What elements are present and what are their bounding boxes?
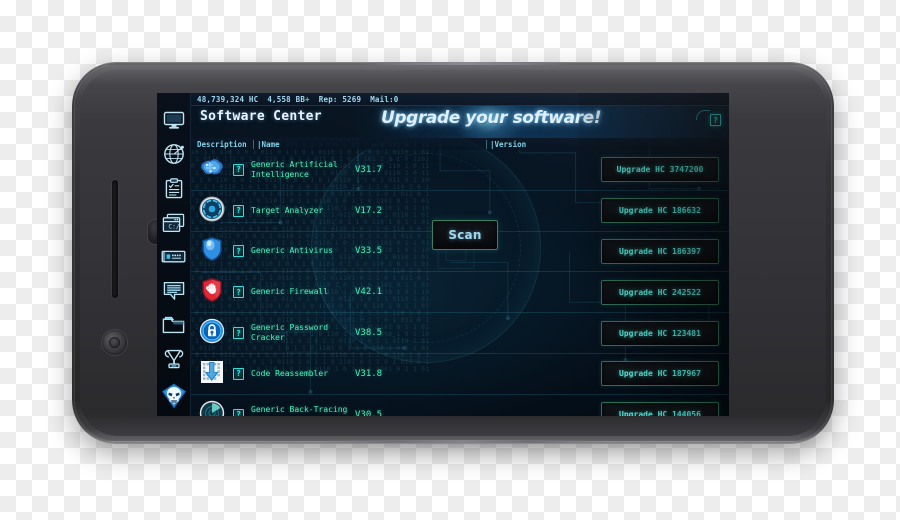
sidebar-item-files[interactable] [159,311,189,339]
info-badge[interactable]: ? [233,286,244,299]
currency-hc: 48,739,324 HC [197,94,259,104]
software-name: Code Reassembler [251,368,329,378]
reputation-value: Rep: 5269 [318,94,362,104]
skull-avatar-icon [160,382,188,410]
table-row[interactable]: ? Generic Artificial Intelligence V31.7 … [191,150,729,191]
radar-icon [199,400,225,416]
phone-body: C:/ 10 1 0 110 1 0 1 011 0 1 1 0 1 0110 … [72,62,834,444]
row-icon [191,157,233,183]
target-icon [199,196,225,226]
sidebar-nav: C:/ [157,93,191,416]
row-icon [191,359,233,389]
antenna-seam-top [362,62,572,65]
upgrade-button[interactable]: Upgrade HC 186397 [601,238,719,264]
currency-bb-value: 4,558 BB [267,94,306,104]
padlock-icon [199,318,225,348]
phone-device: C:/ 10 1 0 110 1 0 1 011 0 1 1 0 1 0110 … [72,62,834,448]
software-name: Generic Firewall [251,287,329,297]
help-curve-decoration [696,110,710,120]
server-icon [161,249,186,264]
column-header-description: Description [197,139,247,149]
row-icon [191,277,233,307]
column-header-row: Description |Name |Version [191,138,729,150]
row-icon [191,196,233,226]
status-bar: 48,739,324 HC 4,558 BB+ Rep: 5269 Mail:0 [191,93,729,106]
home-fingerprint-button[interactable] [102,330,127,355]
upgrade-button[interactable]: Upgrade HC 187967 [601,361,719,387]
software-name: Generic Artificial Intelligence [251,159,338,179]
row-icon [191,236,233,266]
monitor-icon [163,111,185,130]
sidebar-item-home[interactable] [159,106,189,134]
phone-screen: C:/ 10 1 0 110 1 0 1 011 0 1 1 0 1 0110 … [157,93,729,416]
sidebar-item-terminal[interactable]: C:/ [159,209,189,237]
earpiece-speaker [112,180,118,298]
terminal-icon: C:/ [162,213,185,233]
mail-count[interactable]: Mail:0 [370,95,398,104]
folder-icon [162,316,185,334]
message-icon [163,281,185,301]
trophy-icon [163,349,185,370]
upgrade-button[interactable]: Upgrade HC 144056 [601,402,719,416]
download-icon [199,359,225,389]
table-row[interactable]: ? Generic Firewall V42.1 Upgrade HC 2425… [191,272,729,314]
sidebar-item-profile[interactable] [159,382,189,410]
promo-banner-text: Upgrade your software! [381,108,602,128]
info-badge[interactable]: ? [233,245,244,258]
software-version: V31.8 [355,368,383,379]
column-header-name: |Name [253,139,486,149]
game-app: C:/ 10 1 0 110 1 0 1 011 0 1 1 0 1 0110 … [157,93,729,416]
upgrade-button[interactable]: Upgrade HC 242522 [601,279,719,305]
svg-text:C:/: C:/ [168,223,179,230]
row-icon [191,400,233,416]
upgrade-button[interactable]: Upgrade HC 186632 [601,198,719,224]
scan-button[interactable]: Scan [432,220,498,250]
software-version: V42.1 [355,287,383,298]
software-version: V38.5 [355,328,383,339]
upgrade-button[interactable]: Upgrade HC 123481 [601,320,719,346]
software-list: ? Generic Artificial Intelligence V31.7 … [191,150,729,416]
info-badge[interactable]: ? [233,367,244,380]
info-badge[interactable]: ? [233,204,244,217]
sidebar-item-network[interactable] [159,140,189,168]
header-band: Software Center Upgrade your software! ? [191,106,729,138]
page-title: Software Center [200,109,322,124]
help-icon[interactable]: ? [710,114,721,126]
sidebar-item-hardware[interactable] [159,243,189,271]
sidebar-item-missions[interactable] [159,174,189,202]
software-version: V31.7 [355,164,383,175]
clipboard-icon [165,178,183,199]
software-name: Generic Antivirus [251,246,333,256]
currency-bb-plus[interactable]: + [305,95,310,104]
sidebar-item-chat[interactable] [159,277,189,305]
shield-icon [201,236,223,266]
firewall-icon [201,277,223,307]
globe-icon [163,143,185,165]
software-name: Target Analyzer [251,205,324,215]
info-badge[interactable]: ? [233,163,244,176]
info-badge[interactable]: ? [233,327,244,340]
antenna-seam-bottom [322,440,602,443]
main-panel: 1011001 01 1101 0 010110 11 01 00111010 … [191,93,729,416]
software-name: Generic Back-Tracing tool [251,404,348,416]
table-row[interactable]: ? Code Reassembler V31.8 Upgrade HC 1879… [191,354,729,395]
brain-icon [199,157,225,183]
upgrade-button[interactable]: Upgrade HC 3747200 [601,157,719,183]
software-version: V17.2 [355,205,383,216]
sidebar-item-ranking[interactable] [159,346,189,374]
currency-bb: 4,558 BB+ [267,95,309,104]
table-row[interactable]: ? Generic Password Cracker V38.5 Upgrade… [191,313,729,354]
table-row[interactable]: ? Generic Back-Tracing tool V30.5 Upgrad… [191,395,729,416]
info-badge[interactable]: ? [233,408,244,416]
software-version: V30.5 [355,409,383,416]
row-icon [191,318,233,348]
software-name: Generic Password Cracker [251,323,329,343]
column-header-version: |Version [486,139,591,149]
